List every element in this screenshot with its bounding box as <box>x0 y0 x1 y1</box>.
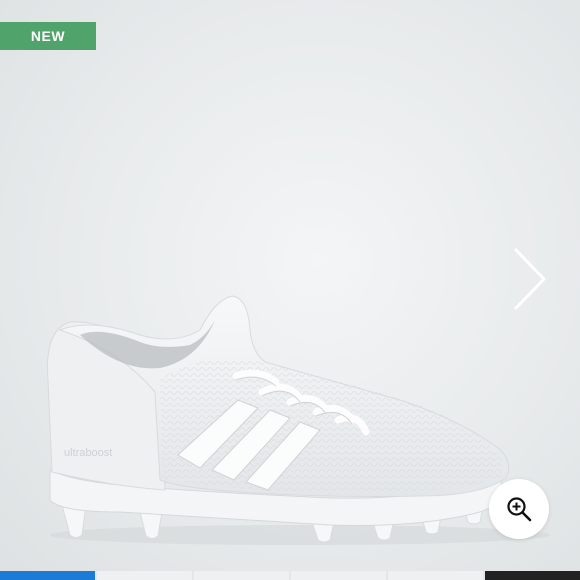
gallery-progress-segment[interactable] <box>291 571 386 580</box>
gallery-progress-segment[interactable] <box>97 571 192 580</box>
gallery-progress-segment[interactable] <box>485 571 580 580</box>
product-image-viewer: NEW ultraboost <box>0 0 580 580</box>
chevron-right-icon <box>514 248 546 310</box>
gallery-progress <box>0 571 580 580</box>
gallery-progress-segment[interactable] <box>194 571 289 580</box>
heel-logo-text: ultraboost <box>64 447 112 459</box>
gallery-progress-segment[interactable] <box>0 571 95 580</box>
zoom-button[interactable] <box>489 479 549 539</box>
next-image-arrow[interactable] <box>508 246 552 312</box>
gallery-progress-segment[interactable] <box>388 571 483 580</box>
zoom-in-icon <box>507 497 532 522</box>
shoe-shadow <box>50 525 550 545</box>
